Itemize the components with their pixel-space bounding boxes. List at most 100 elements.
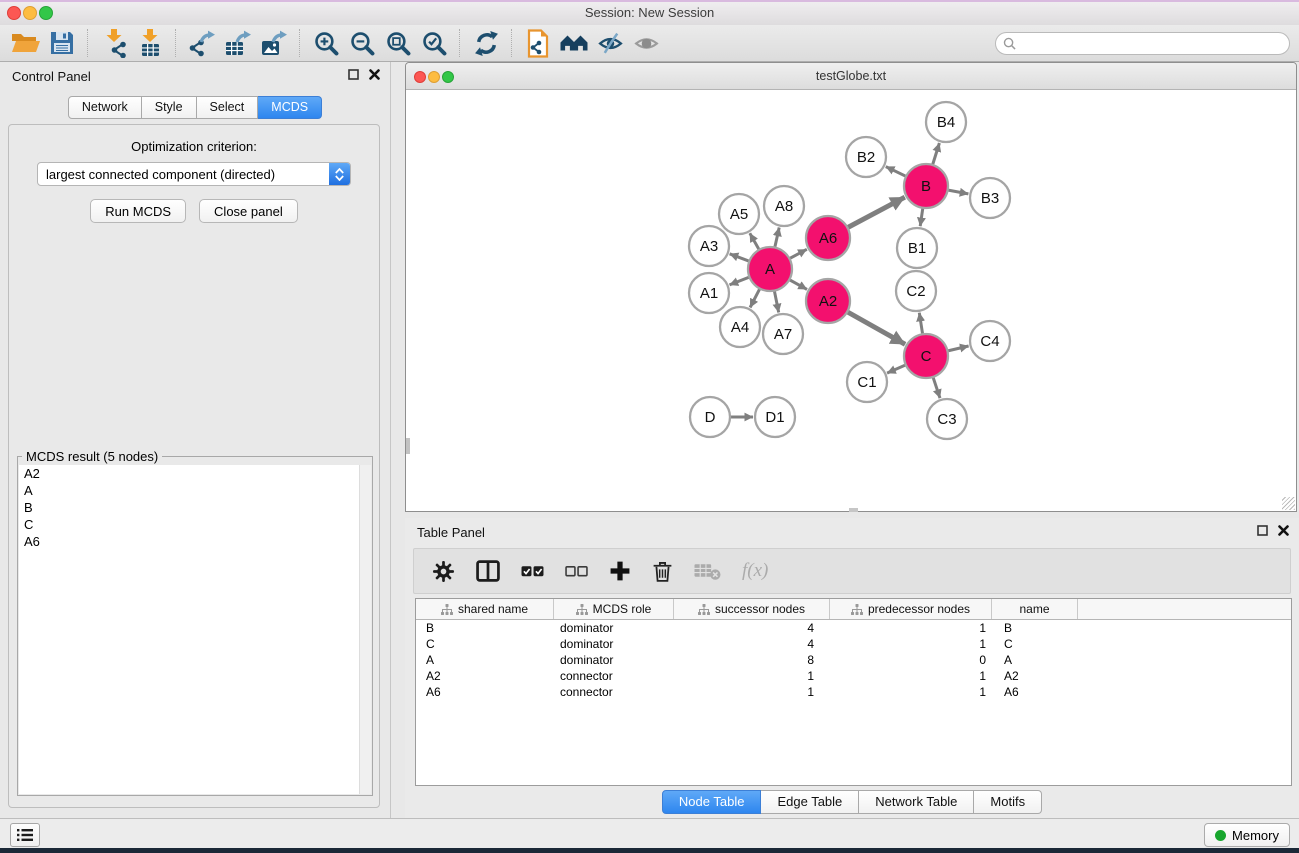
table-options-button[interactable] [432,560,455,583]
mcds-result-item[interactable]: C [19,516,371,533]
birdseye-view-button[interactable] [628,27,664,59]
node-C2[interactable]: C2 [896,271,936,311]
vertical-scroll-thumb[interactable] [406,438,410,454]
zoom-out-icon [349,30,376,57]
export-network-icon [189,29,215,57]
column-header-shared-name[interactable]: shared name [416,599,554,619]
horizontal-scroll-thumb[interactable] [849,508,858,512]
duplicate-network-button[interactable] [520,27,556,59]
zoom-out-button[interactable] [344,27,380,59]
show-columns-icon [476,560,500,582]
tab-style[interactable]: Style [142,96,197,119]
node-B1[interactable]: B1 [897,228,937,268]
table-row[interactable]: Adominator80A [416,652,1291,668]
node-A3[interactable]: A3 [689,226,729,266]
column-header-successor-nodes[interactable]: successor nodes [674,599,830,619]
node-A7[interactable]: A7 [763,314,803,354]
network-canvas[interactable]: B4 B2 B B3 A8A5 A6 A3 B1 A C2 A1 A2 A4 A7 C4 C C1 D D1 C3 [406,89,1296,510]
memory-button[interactable]: Memory [1204,823,1290,847]
node-C1[interactable]: C1 [847,362,887,402]
open-file-button[interactable] [8,27,44,59]
mcds-result-item[interactable]: B [19,499,371,516]
node-B3[interactable]: B3 [970,178,1010,218]
node-A5[interactable]: A5 [719,194,759,234]
close-table-panel-icon[interactable] [1278,525,1289,536]
import-table-button[interactable] [132,27,168,59]
toolbar-separator [175,29,177,57]
criterion-select[interactable]: largest connected component (directed) [37,162,351,186]
tab-network-table[interactable]: Network Table [859,790,974,814]
show-columns-button[interactable] [476,560,500,582]
deselect-all-button[interactable] [565,563,588,580]
mcds-result-item[interactable]: A2 [19,465,371,482]
tab-select[interactable]: Select [197,96,259,119]
node-C[interactable]: C [904,334,948,378]
table-row[interactable]: A2connector11A2 [416,668,1291,684]
node-A1[interactable]: A1 [689,273,729,313]
zoom-in-button[interactable] [308,27,344,59]
select-all-button[interactable] [521,563,544,580]
node-A8[interactable]: A8 [764,186,804,226]
node-B[interactable]: B [904,164,948,208]
task-history-button[interactable] [10,823,40,847]
svg-text:C3: C3 [937,411,956,428]
zoom-fit-button[interactable] [380,27,416,59]
first-neighbors-button[interactable] [556,27,592,59]
node-A2[interactable]: A2 [806,279,850,323]
table-row[interactable]: Cdominator41C [416,636,1291,652]
close-panel-button[interactable]: Close panel [199,199,298,223]
column-header-predecessor-nodes[interactable]: predecessor nodes [830,599,992,619]
column-header-name[interactable]: name [992,599,1078,619]
export-table-button[interactable] [220,27,256,59]
node-A4[interactable]: A4 [720,307,760,347]
run-mcds-button[interactable]: Run MCDS [90,199,186,223]
delete-row-button[interactable] [652,560,673,583]
window-resize-grip[interactable] [1282,497,1295,510]
svg-text:A7: A7 [774,326,792,343]
mcds-panel: Optimization criterion: largest connecte… [8,124,380,808]
node-D1[interactable]: D1 [755,397,795,437]
export-image-button[interactable] [256,27,292,59]
export-network-button[interactable] [184,27,220,59]
duplicate-network-icon [526,29,550,58]
float-table-panel-icon[interactable] [1257,525,1268,536]
tab-node-table[interactable]: Node Table [662,790,762,814]
zoom-selected-button[interactable] [416,27,452,59]
mcds-result-item[interactable]: A6 [19,533,371,550]
mcds-result-item[interactable]: A [19,482,371,499]
float-panel-icon[interactable] [348,69,359,80]
delete-table-button[interactable] [694,562,721,581]
node-C3[interactable]: C3 [927,399,967,439]
node-B4[interactable]: B4 [926,102,966,142]
select-stepper-icon[interactable] [329,163,350,185]
tab-network[interactable]: Network [68,96,142,119]
apply-layout-icon [473,30,500,57]
node-A[interactable]: A [748,247,792,291]
table-row[interactable]: Bdominator41B [416,620,1291,636]
tab-mcds[interactable]: MCDS [258,96,322,119]
close-panel-icon[interactable] [369,69,380,80]
node-C4[interactable]: C4 [970,321,1010,361]
node-D[interactable]: D [690,397,730,437]
node-A6[interactable]: A6 [806,216,850,260]
column-header-MCDS-role[interactable]: MCDS role [554,599,674,619]
result-scrollbar[interactable] [359,465,371,794]
import-network-button[interactable] [96,27,132,59]
toolbar-separator [87,29,89,57]
hide-details-button[interactable] [592,27,628,59]
apply-layout-button[interactable] [468,27,504,59]
node-B2[interactable]: B2 [846,137,886,177]
birdseye-view-icon [634,31,659,56]
list-icon [17,828,33,842]
save-session-button[interactable] [44,27,80,59]
tab-motifs[interactable]: Motifs [974,790,1042,814]
function-builder-button[interactable]: f(x) [742,560,768,582]
svg-text:C1: C1 [857,374,876,391]
add-row-button[interactable] [609,560,631,582]
table-row[interactable]: A6connector11A6 [416,684,1291,700]
tab-edge-table[interactable]: Edge Table [761,790,859,814]
search-field[interactable] [995,32,1290,55]
svg-text:B3: B3 [981,190,999,207]
svg-text:D: D [705,409,716,426]
search-input[interactable] [1020,36,1289,52]
